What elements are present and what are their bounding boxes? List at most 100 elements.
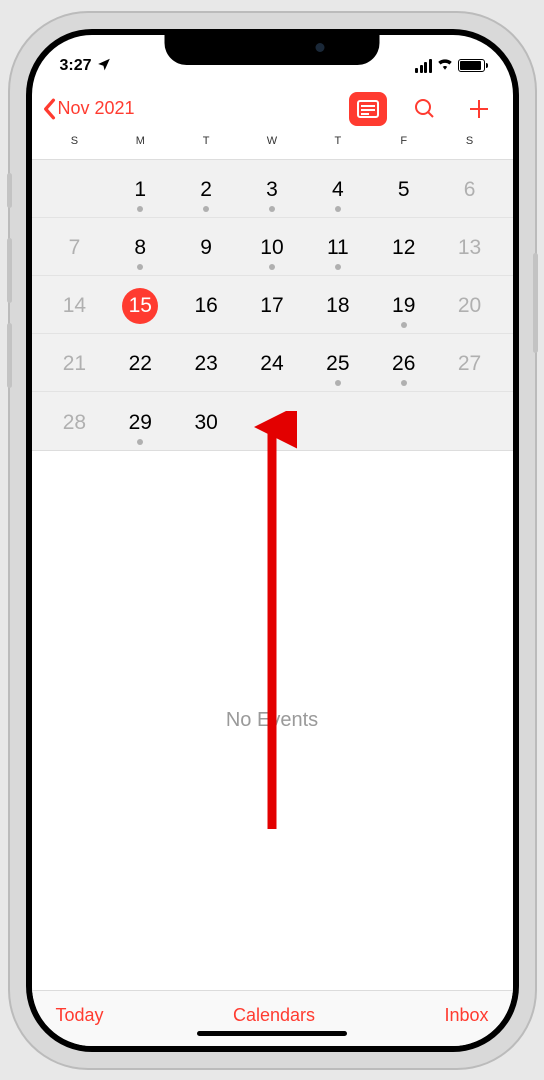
calendar-day[interactable]: 3 xyxy=(239,160,305,217)
calendar-day[interactable]: 9 xyxy=(173,218,239,275)
day-number: 5 xyxy=(386,172,422,208)
calendar-day[interactable]: 27 xyxy=(437,334,503,391)
calendar-day[interactable]: 15 xyxy=(107,276,173,333)
calendar-day[interactable]: 23 xyxy=(173,334,239,391)
day-number: 30 xyxy=(188,405,224,441)
calendar-day xyxy=(437,392,503,450)
calendar-day[interactable]: 28 xyxy=(42,392,108,450)
day-number: 17 xyxy=(254,288,290,324)
event-dot-icon xyxy=(335,264,341,270)
event-dot-icon xyxy=(203,206,209,212)
calendar-day[interactable]: 8 xyxy=(107,218,173,275)
calendar-day[interactable]: 14 xyxy=(42,276,108,333)
inbox-button[interactable]: Inbox xyxy=(444,1005,488,1026)
weekday-label: S xyxy=(437,135,503,159)
calendar-day[interactable]: 5 xyxy=(371,160,437,217)
day-number: 22 xyxy=(122,346,158,382)
day-number: 8 xyxy=(122,230,158,266)
weekday-label: T xyxy=(173,135,239,159)
day-number: 27 xyxy=(452,346,488,382)
weekday-label: S xyxy=(42,135,108,159)
calendar-day[interactable]: 30 xyxy=(173,392,239,450)
calendar-day[interactable]: 18 xyxy=(305,276,371,333)
day-number: 9 xyxy=(188,230,224,266)
calendar-day[interactable]: 1 xyxy=(107,160,173,217)
cellular-signal-icon xyxy=(415,59,432,73)
location-arrow-icon xyxy=(97,57,111,74)
wifi-icon xyxy=(436,56,454,75)
calendar-day[interactable]: 11 xyxy=(305,218,371,275)
nav-header: Nov 2021 xyxy=(32,83,513,135)
today-button[interactable]: Today xyxy=(56,1005,104,1026)
day-number: 14 xyxy=(56,288,92,324)
weekday-label: W xyxy=(239,135,305,159)
calendar-day[interactable]: 7 xyxy=(42,218,108,275)
calendar-day[interactable]: 6 xyxy=(437,160,503,217)
calendar-day[interactable]: 24 xyxy=(239,334,305,391)
event-dot-icon xyxy=(269,264,275,270)
search-button[interactable] xyxy=(409,93,441,125)
event-dot-icon xyxy=(137,264,143,270)
calendar-day xyxy=(42,160,108,217)
weekday-label: T xyxy=(305,135,371,159)
day-number: 18 xyxy=(320,288,356,324)
calendar-day[interactable]: 10 xyxy=(239,218,305,275)
day-number: 23 xyxy=(188,346,224,382)
calendar-day[interactable]: 19 xyxy=(371,276,437,333)
home-indicator[interactable] xyxy=(197,1031,347,1036)
weekday-header: S M T W T F S xyxy=(32,135,513,159)
calendar-day xyxy=(305,392,371,450)
day-number: 13 xyxy=(452,230,488,266)
list-view-button[interactable] xyxy=(349,92,387,126)
calendar-day[interactable]: 4 xyxy=(305,160,371,217)
calendar-grid: 1234567891011121314151617181920212223242… xyxy=(32,159,513,451)
day-number: 1 xyxy=(122,172,158,208)
calendar-day[interactable]: 13 xyxy=(437,218,503,275)
weekday-label: F xyxy=(371,135,437,159)
events-panel[interactable]: No Events xyxy=(32,451,513,990)
day-number: 21 xyxy=(56,346,92,382)
event-dot-icon xyxy=(401,322,407,328)
day-number: 4 xyxy=(320,172,356,208)
calendar-day[interactable]: 17 xyxy=(239,276,305,333)
calendar-day[interactable]: 2 xyxy=(173,160,239,217)
calendar-day[interactable]: 16 xyxy=(173,276,239,333)
event-dot-icon xyxy=(335,206,341,212)
calendar-day[interactable]: 25 xyxy=(305,334,371,391)
day-number: 29 xyxy=(122,405,158,441)
back-label: Nov 2021 xyxy=(58,98,135,119)
bottom-toolbar: Today Calendars Inbox xyxy=(32,990,513,1046)
day-number: 10 xyxy=(254,230,290,266)
device-notch xyxy=(165,29,380,65)
day-number: 19 xyxy=(386,288,422,324)
day-number: 12 xyxy=(386,230,422,266)
day-number: 7 xyxy=(56,230,92,266)
day-number: 6 xyxy=(452,172,488,208)
calendar-day xyxy=(239,392,305,450)
calendar-day[interactable]: 29 xyxy=(107,392,173,450)
status-time: 3:27 xyxy=(60,57,92,75)
calendars-button[interactable]: Calendars xyxy=(233,1005,315,1026)
event-dot-icon xyxy=(137,206,143,212)
event-dot-icon xyxy=(269,206,275,212)
calendar-day[interactable]: 22 xyxy=(107,334,173,391)
event-dot-icon xyxy=(137,439,143,445)
event-dot-icon xyxy=(335,380,341,386)
day-number: 15 xyxy=(122,288,158,324)
calendar-day[interactable]: 12 xyxy=(371,218,437,275)
add-button[interactable] xyxy=(463,93,495,125)
back-button[interactable]: Nov 2021 xyxy=(42,98,135,120)
battery-icon xyxy=(458,59,485,72)
day-number: 3 xyxy=(254,172,290,208)
day-number: 16 xyxy=(188,288,224,324)
weekday-label: M xyxy=(107,135,173,159)
day-number: 25 xyxy=(320,346,356,382)
calendar-day xyxy=(371,392,437,450)
calendar-day[interactable]: 26 xyxy=(371,334,437,391)
day-number: 11 xyxy=(320,230,356,266)
calendar-day[interactable]: 21 xyxy=(42,334,108,391)
day-number: 24 xyxy=(254,346,290,382)
swipe-up-arrow-annotation xyxy=(247,411,297,831)
calendar-day[interactable]: 20 xyxy=(437,276,503,333)
day-number: 2 xyxy=(188,172,224,208)
